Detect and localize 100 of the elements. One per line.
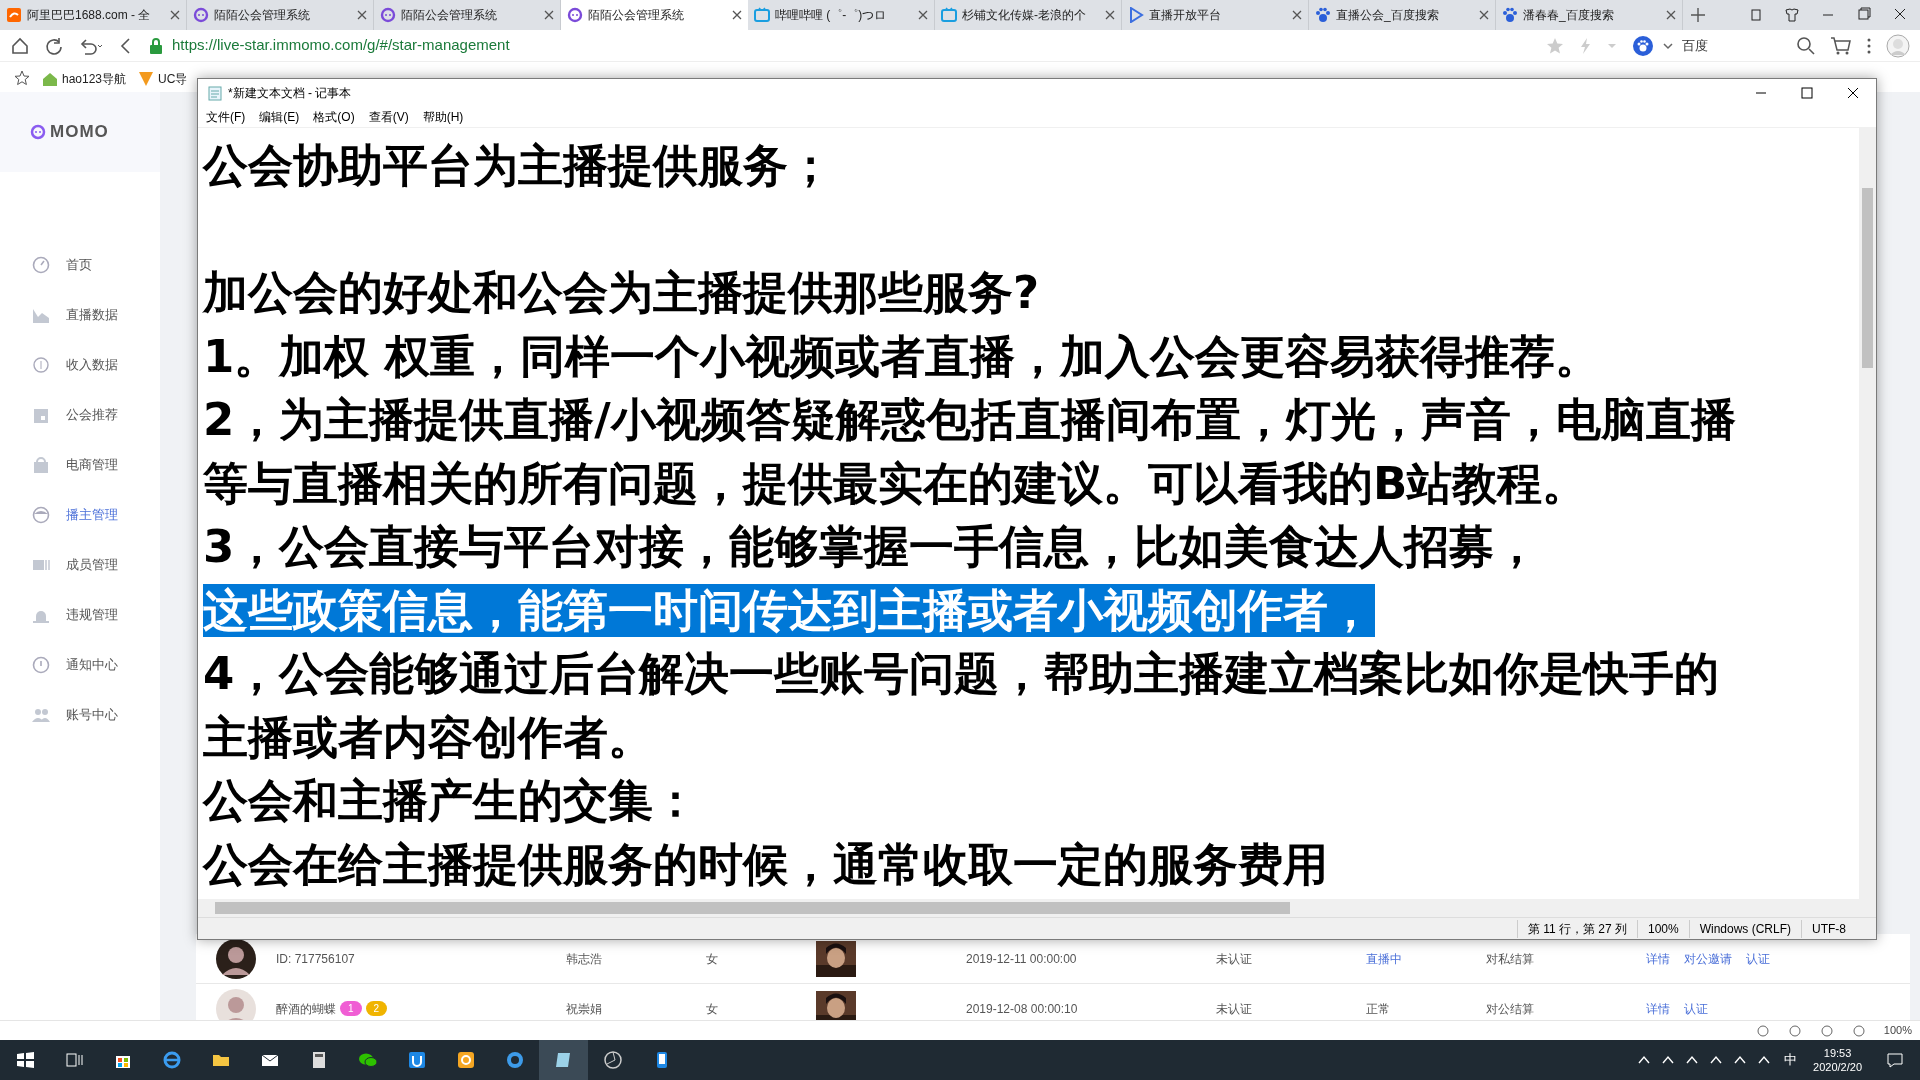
- face-icon: [32, 506, 50, 524]
- close-icon[interactable]: [1105, 10, 1115, 20]
- table-cell-text: 2019-12-08 00:00:10: [966, 1000, 1079, 1018]
- streamer-name: 醉酒的蝴蝶: [276, 1000, 336, 1018]
- notification-icon[interactable]: [1886, 1051, 1904, 1069]
- selected-text: 这些政策信息，能第一时间传达到主播或者小视频创作者，: [203, 583, 1375, 637]
- aperture-icon[interactable]: [602, 1050, 623, 1070]
- browser-e-icon[interactable]: [161, 1050, 182, 1070]
- table-cell-text: 2019-12-11 00:00:00: [966, 950, 1078, 968]
- close-icon[interactable]: [918, 10, 928, 20]
- star-icon[interactable]: [1546, 36, 1564, 55]
- text-line: 公会协助平台为主播提供服务；: [203, 139, 834, 192]
- scrollbar[interactable]: [198, 899, 1876, 917]
- sidebar-item[interactable]: 成员管理: [0, 540, 160, 590]
- action-link[interactable]: 详情: [1646, 951, 1670, 966]
- text-line: 2，为主播提供直播/小视频答疑解惑包括直播间布置，灯光，声音，电脑直播: [203, 393, 1737, 446]
- sidebar-item[interactable]: 通知中心: [0, 640, 160, 690]
- menu-item[interactable]: 帮助(H): [422, 108, 464, 126]
- logo-text: MOMO: [50, 121, 109, 144]
- play-icon: [1128, 7, 1144, 23]
- window-title: *新建文本文档 - 记事本: [228, 85, 353, 102]
- browser-tab[interactable]: 陌陌公会管理系统: [561, 0, 748, 30]
- zoom-level[interactable]: 100%: [1883, 1022, 1912, 1039]
- cup-icon[interactable]: [406, 1050, 427, 1070]
- close-icon[interactable]: [732, 10, 742, 20]
- close-icon[interactable]: [1666, 10, 1676, 20]
- sidebar-item[interactable]: 播主管理: [0, 490, 160, 540]
- sidebar-item[interactable]: 收入数据: [0, 340, 160, 390]
- square-icon: [6, 7, 22, 23]
- close-icon[interactable]: [1479, 10, 1489, 20]
- table-cell-text: 韩志浩: [566, 950, 603, 968]
- action-link[interactable]: 认证: [1684, 1001, 1708, 1016]
- sidebar-item[interactable]: 违规管理: [0, 590, 160, 640]
- url-field[interactable]: https://live-star.immomo.com/g/#/star-management: [172, 34, 510, 57]
- alert-icon: [32, 656, 50, 674]
- text-line: 公会在给主播提供服务的时候，通常收取一定的服务费用: [203, 837, 1329, 891]
- home-icon[interactable]: [10, 35, 30, 56]
- menu-item[interactable]: 格式(O): [313, 108, 355, 126]
- logo-icon: [30, 124, 46, 140]
- gauge-icon: [32, 256, 50, 274]
- status-text: UTF-8: [1801, 919, 1856, 938]
- chat-bubble-icon: [380, 7, 396, 23]
- house-icon: [42, 71, 58, 87]
- lock-icon: [148, 36, 164, 55]
- sidebar-item[interactable]: 电商管理: [0, 440, 160, 490]
- scrollbar[interactable]: [1859, 128, 1876, 899]
- clock-date[interactable]: 2020/2/20: [1813, 1060, 1862, 1074]
- status-text: 100%: [1636, 919, 1689, 938]
- cart-icon[interactable]: [1830, 35, 1852, 56]
- menu-item[interactable]: 编辑(E): [259, 108, 300, 126]
- reload-icon[interactable]: [44, 35, 64, 56]
- chat-bubble-icon: [193, 7, 209, 23]
- text-line: 4，公会能够通过后台解决一些账号问题，帮助主播建立档案比如你是快手的: [203, 647, 1721, 700]
- text-line: 公会和主播产生的交集：: [203, 774, 699, 827]
- ime-indicator[interactable]: 中: [1776, 1050, 1806, 1070]
- clock-time[interactable]: 19:53: [1823, 1046, 1852, 1060]
- close-icon[interactable]: [544, 10, 554, 20]
- text-line: 3，公会直接与平台对接，能够掌握一手信息，比如美食达人招募，: [203, 520, 1541, 573]
- level-badge: 1: [340, 1001, 362, 1016]
- star-icon[interactable]: [14, 70, 30, 86]
- status-text: Windows (CRLF): [1688, 919, 1801, 938]
- task-view-icon[interactable]: [63, 1050, 84, 1070]
- table-cell-text: 未认证: [1216, 950, 1253, 968]
- table-cell-text: 未认证: [1216, 1000, 1253, 1018]
- action-link[interactable]: 对公邀请: [1684, 951, 1732, 966]
- action-link[interactable]: 认证: [1746, 951, 1770, 966]
- status-cell-text: 直播中: [1366, 950, 1403, 968]
- search-icon[interactable]: [1796, 35, 1816, 56]
- paw-icon[interactable]: [1632, 34, 1654, 57]
- level-badge: 2: [365, 1001, 388, 1016]
- table-cell-text: 对私结算: [1486, 950, 1535, 968]
- paw-icon: [1315, 7, 1331, 23]
- menu-item[interactable]: 文件(F): [206, 108, 246, 126]
- coin-icon: [32, 356, 50, 374]
- camera-icon[interactable]: [455, 1050, 476, 1070]
- action-link[interactable]: 详情: [1646, 1001, 1670, 1016]
- close-icon[interactable]: [170, 10, 180, 20]
- bookmark-icon: [138, 71, 155, 87]
- sidebar-item[interactable]: 直播数据: [0, 290, 160, 340]
- search-bubble-icon[interactable]: [504, 1050, 525, 1070]
- text-line: 加公会的好处和公会为主播提供那些服务?: [203, 266, 1041, 319]
- bookmark-link[interactable]: hao123导航: [62, 70, 127, 88]
- menu-item[interactable]: 查看(V): [368, 108, 409, 126]
- table-cell-text: 对公结算: [1486, 1000, 1535, 1018]
- close-icon[interactable]: [1292, 10, 1302, 20]
- status-text: 第 11 行，第 27 列: [1516, 919, 1637, 938]
- notepad-icon: [208, 85, 222, 101]
- people-icon: [32, 706, 50, 724]
- chat-bubble-icon: [567, 7, 583, 23]
- sidebar-item[interactable]: 首页: [0, 240, 160, 290]
- table-cell-text: 女: [706, 950, 719, 968]
- bookmark-link[interactable]: UC导: [158, 70, 188, 88]
- table-cell-text: 女: [706, 1000, 719, 1018]
- text-line: 主播或者内容创作者。: [203, 710, 654, 764]
- search-engine-label[interactable]: 百度: [1682, 35, 1708, 56]
- avatar-icon: [216, 938, 256, 979]
- sidebar-item[interactable]: 账号中心: [0, 690, 160, 740]
- close-icon[interactable]: [357, 10, 367, 20]
- windows-start-icon[interactable]: [14, 1050, 35, 1070]
- sidebar-item[interactable]: 公会推荐: [0, 390, 160, 440]
